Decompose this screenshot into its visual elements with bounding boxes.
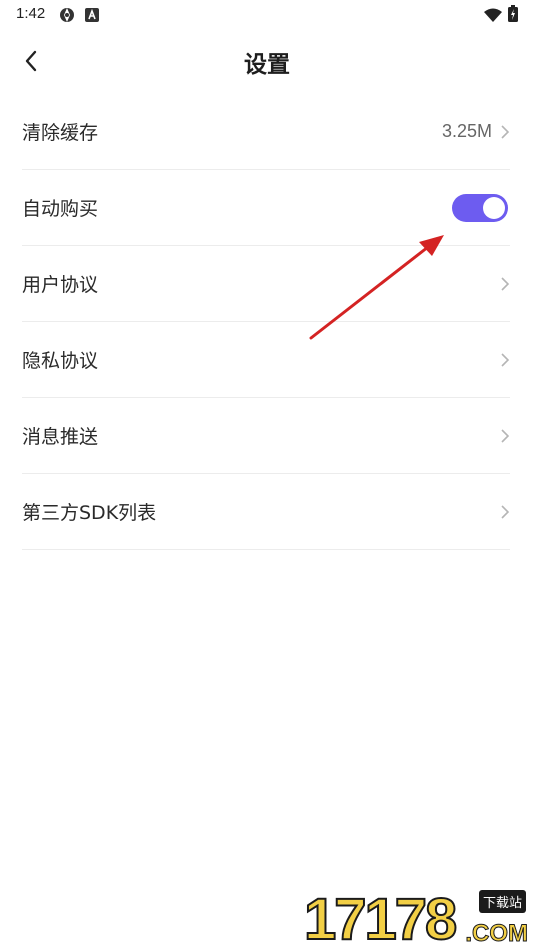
battery-icon <box>508 5 518 26</box>
user-agreement-label: 用户协议 <box>22 274 99 296</box>
watermark-domain: .COM <box>465 920 529 948</box>
sync-status-icon <box>58 6 76 28</box>
auto-purchase-toggle[interactable] <box>452 193 508 222</box>
settings-list: 清除缓存 3.25M 自动购买 用户协议 隐私协议 消息推送 第三方SDK列表 <box>22 94 510 550</box>
chevron-right-icon <box>501 124 510 139</box>
chevron-right-icon <box>501 352 510 367</box>
privacy-agreement-row[interactable]: 隐私协议 <box>22 322 510 398</box>
watermark-logo: 17178 下载站 .COM <box>303 887 532 950</box>
wifi-icon <box>484 7 502 26</box>
clear-cache-row[interactable]: 清除缓存 3.25M <box>22 94 510 170</box>
status-time: 1:42 <box>16 5 46 22</box>
chevron-right-icon <box>501 504 510 519</box>
toggle-knob <box>483 196 505 219</box>
notification-a-icon <box>85 7 99 26</box>
privacy-agreement-label: 隐私协议 <box>22 350 99 372</box>
header: 设置 <box>0 36 534 84</box>
auto-purchase-row: 自动购买 <box>22 170 510 246</box>
watermark-digits: 17178 <box>303 887 458 950</box>
cache-size-value: 3.25M <box>441 121 492 141</box>
chevron-right-icon <box>501 276 510 291</box>
status-bar: 1:42 <box>0 0 534 28</box>
chevron-right-icon <box>501 428 510 443</box>
user-agreement-row[interactable]: 用户协议 <box>22 246 510 322</box>
clear-cache-label: 清除缓存 <box>22 122 99 144</box>
third-party-sdk-row[interactable]: 第三方SDK列表 <box>22 474 510 550</box>
watermark-tag: 下载站 <box>478 890 526 913</box>
third-party-sdk-label: 第三方SDK列表 <box>22 502 157 524</box>
message-push-label: 消息推送 <box>22 426 99 448</box>
auto-purchase-label: 自动购买 <box>22 198 99 220</box>
page-title: 设置 <box>244 52 290 78</box>
message-push-row[interactable]: 消息推送 <box>22 398 510 474</box>
